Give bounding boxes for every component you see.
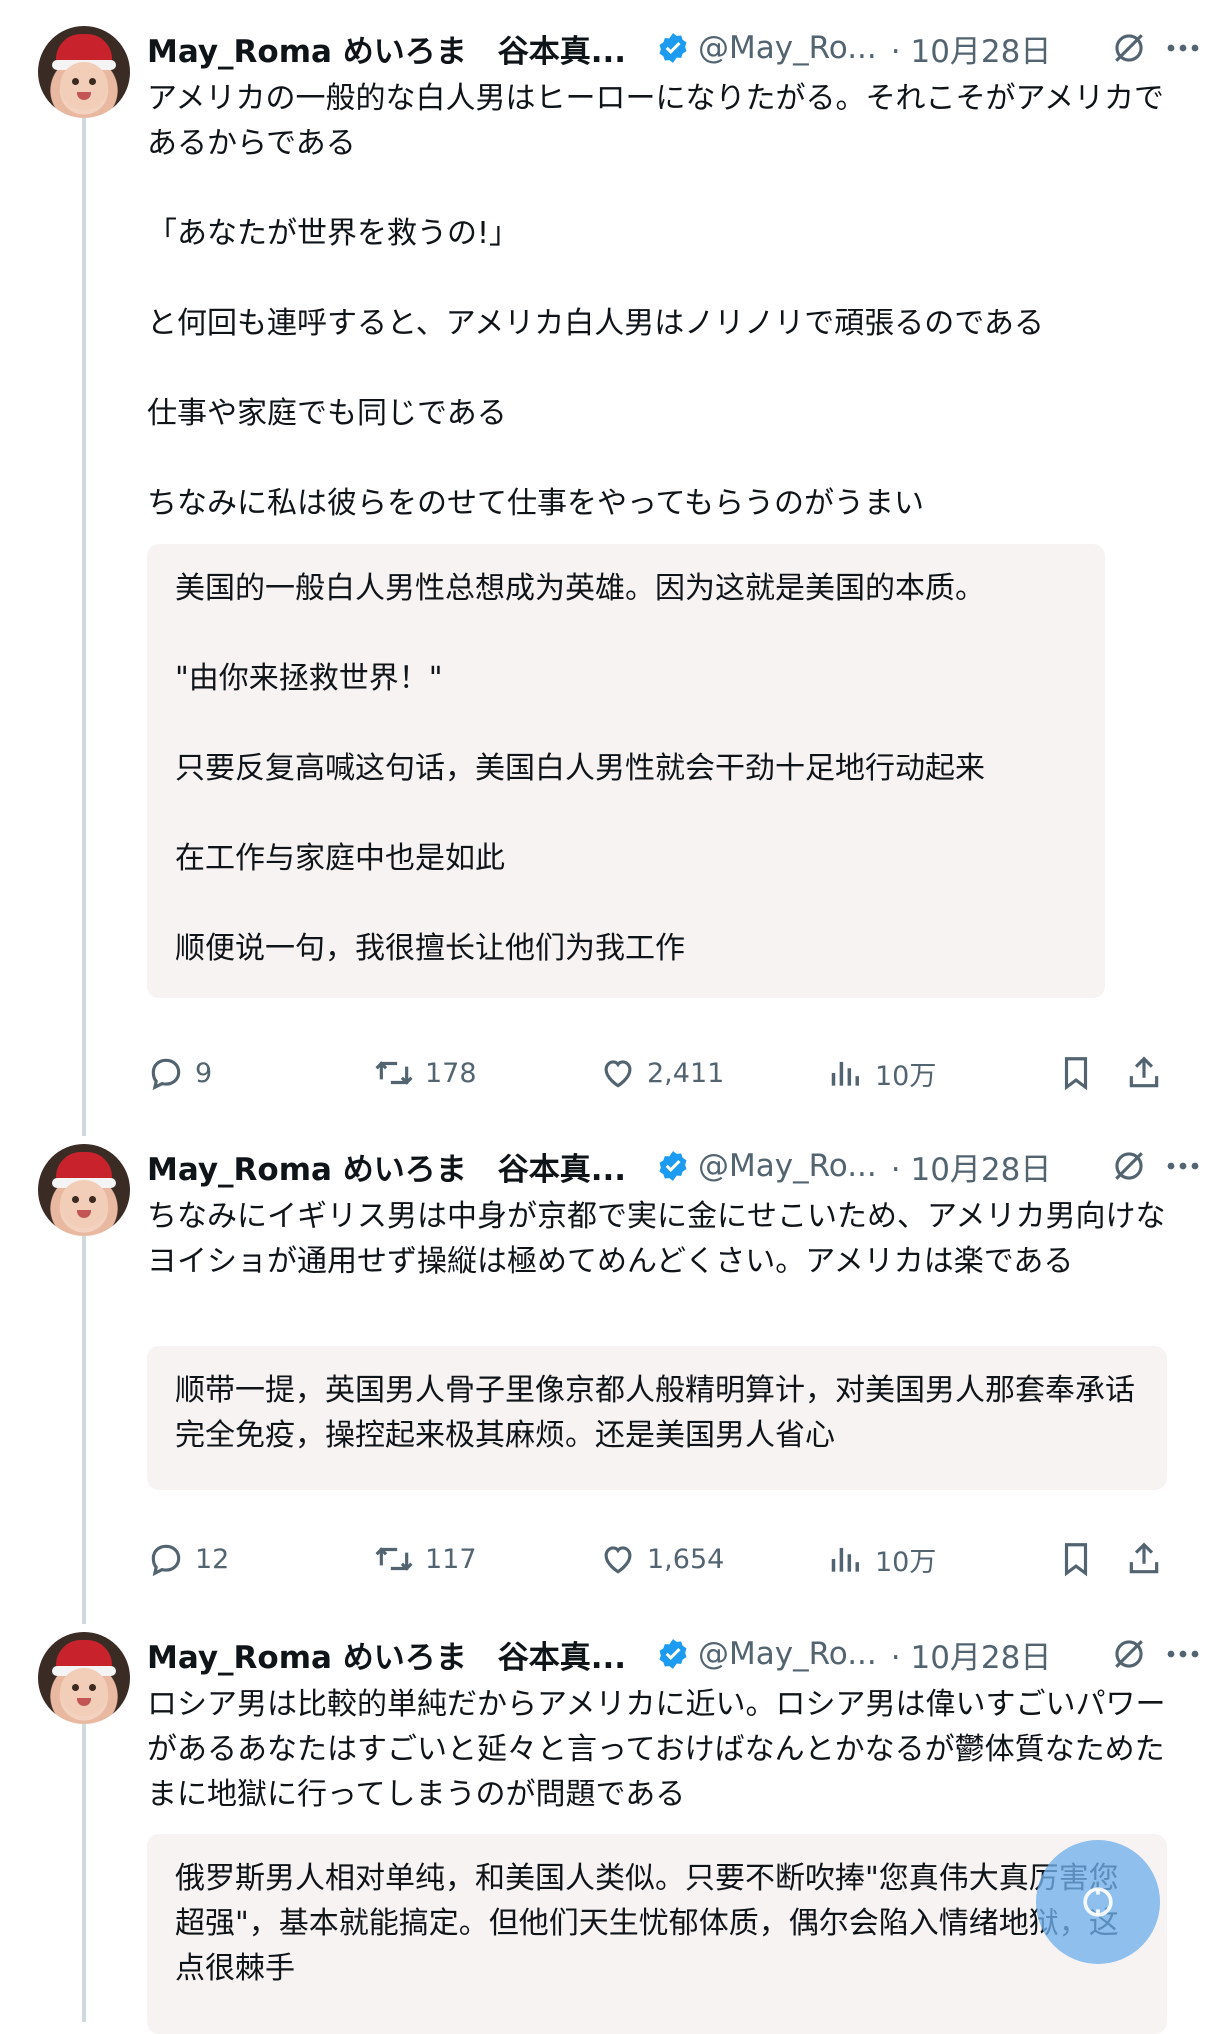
translation-box: 顺带一提，英国男人骨子里像京都人般精明算计，对美国男人那套奉承话完全免疫，操控起… [147,1346,1167,1490]
more-icon[interactable] [1165,30,1201,66]
views-icon [831,1061,859,1086]
views-button[interactable]: 10万 [827,1534,936,1584]
tweet-text: ちなみにイギリス男は中身が京都で実に金にせこいため、アメリカ男向けなヨイショが通… [147,1199,1166,1279]
tweet-text: ロシア男は比較的単純だからアメリカに近い。ロシア男は偉いすごいパワーがあるあなた… [147,1687,1166,1812]
reply-count: 9 [195,1057,213,1089]
grok-icon[interactable] [1111,1636,1147,1672]
author-name[interactable]: May_Roma めいろま 谷本真... [147,26,626,71]
repost-icon [375,1547,413,1571]
views-count: 10万 [875,1546,937,1578]
share-button[interactable] [1125,1534,1173,1584]
views-button[interactable]: 10万 [827,1048,936,1098]
like-count: 2,411 [647,1057,725,1089]
like-button[interactable]: 1,654 [599,1534,724,1584]
author-handle[interactable]: @May_Ro... [698,1148,877,1184]
tweet-date[interactable]: · 10月28日 [891,26,1052,71]
reply-icon [151,1058,181,1091]
reply-count: 12 [195,1543,230,1575]
author-name[interactable]: May_Roma めいろま 谷本真... [147,1144,626,1189]
like-count: 1,654 [647,1543,725,1575]
heart-icon [604,1546,632,1574]
bookmark-icon [1064,1543,1088,1577]
views-icon [831,1547,859,1572]
translation-box: 俄罗斯男人相对单纯，和美国人类似。只要不断吹捧"您真伟大真厉害您超强"，基本就能… [147,1834,1167,2034]
author-handle[interactable]: @May_Ro... [698,1636,877,1672]
author-name[interactable]: May_Roma めいろま 谷本真... [147,1632,626,1677]
compose-icon [1083,1887,1113,1917]
translation-box: 美国的一般白人男性总想成为英雄。因为这就是美国的本质。 "由你来拯救世界！" 只… [147,544,1105,998]
grok-icon[interactable] [1111,1148,1147,1184]
tweet-date[interactable]: · 10月28日 [891,1144,1052,1189]
verified-badge-icon [659,1639,687,1669]
reply-button[interactable]: 12 [147,1534,229,1584]
views-count: 10万 [875,1060,937,1092]
heart-icon [604,1060,632,1088]
reply-button[interactable]: 9 [147,1048,212,1098]
tweet-actions: 9 178 2,411 10万 [147,1048,1167,1098]
share-icon [1129,1056,1159,1088]
compose-button[interactable] [1036,1840,1160,1964]
tweet[interactable]: May_Roma めいろま 谷本真... @May_Ro... · 10月28日… [0,26,1206,1106]
tweet-date[interactable]: · 10月28日 [891,1632,1052,1677]
like-button[interactable]: 2,411 [599,1048,724,1098]
avatar[interactable] [38,1144,130,1236]
share-icon [1129,1542,1159,1574]
bookmark-button[interactable] [1057,1534,1105,1584]
bookmark-icon [1064,1057,1088,1091]
repost-count: 178 [425,1057,477,1089]
grok-icon[interactable] [1111,30,1147,66]
bookmark-button[interactable] [1057,1048,1105,1098]
tweet[interactable]: May_Roma めいろま 谷本真... @May_Ro... · 10月28日… [0,1632,1206,2034]
repost-button[interactable]: 117 [373,1534,477,1584]
share-button[interactable] [1125,1048,1173,1098]
avatar[interactable] [38,26,130,118]
verified-badge-icon [659,33,687,63]
avatar[interactable] [38,1632,130,1724]
verified-badge-icon [659,1151,687,1181]
repost-button[interactable]: 178 [373,1048,477,1098]
repost-count: 117 [425,1543,477,1575]
tweet-header: May_Roma めいろま 谷本真... @May_Ro... · 10月28日 [147,1632,1199,1677]
tweet-text: アメリカの一般的な白人男はヒーローになりたがる。それこそがアメリカであるからであ… [147,81,1164,521]
tweet-actions: 12 117 1,654 10万 [147,1534,1167,1584]
reply-icon [151,1544,181,1577]
author-handle[interactable]: @May_Ro... [698,30,877,66]
tweet-header: May_Roma めいろま 谷本真... @May_Ro... · 10月28日 [147,26,1199,71]
repost-icon [375,1061,413,1085]
more-icon[interactable] [1165,1636,1201,1672]
more-icon[interactable] [1165,1148,1201,1184]
tweet[interactable]: May_Roma めいろま 谷本真... @May_Ro... · 10月28日… [0,1144,1206,1614]
tweet-header: May_Roma めいろま 谷本真... @May_Ro... · 10月28日 [147,1144,1199,1189]
